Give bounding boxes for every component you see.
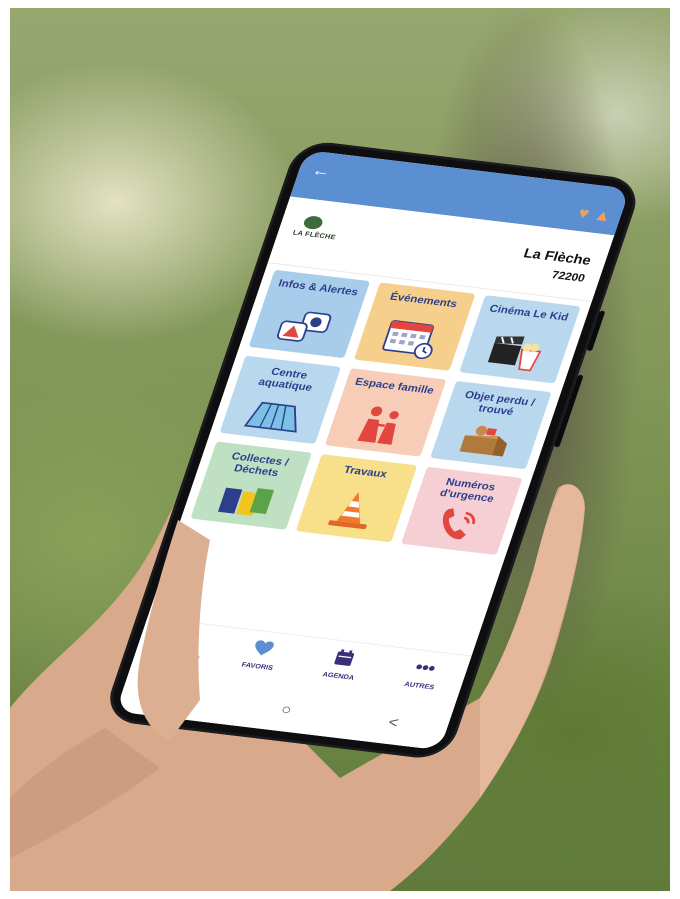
tile-espace-famille[interactable]: Espace famille xyxy=(324,368,447,457)
tile-centre-aquatique[interactable]: Centre aquatique xyxy=(219,355,342,445)
tile-label: Événements xyxy=(388,290,459,310)
calendar-icon xyxy=(382,320,435,360)
tile-label: Numéros d'urgence xyxy=(438,475,498,505)
city-info: La Flèche 72200 xyxy=(516,247,593,285)
tile-label: Travaux xyxy=(342,463,389,480)
lost-found-icon xyxy=(459,425,508,457)
heart-icon[interactable]: ♥ xyxy=(575,205,592,224)
logo-text: LA FLÈCHE xyxy=(291,228,337,242)
bell-icon[interactable]: ▲ xyxy=(591,207,614,227)
tile-label: Objet perdu / trouvé xyxy=(463,388,537,418)
phone-icon xyxy=(442,508,476,540)
tile-travaux[interactable]: Travaux xyxy=(295,454,418,543)
arrow-left-icon[interactable]: ← xyxy=(309,161,333,182)
search-icon xyxy=(171,630,192,646)
tile-label: Infos & Alertes xyxy=(276,277,360,298)
tile-label: Collectes / Déchets xyxy=(230,450,291,479)
bins-icon xyxy=(217,487,275,516)
logo-mark xyxy=(302,215,325,231)
family-icon xyxy=(357,406,399,445)
cinema-icon xyxy=(487,336,542,372)
home-icon[interactable]: ○ xyxy=(279,700,294,718)
tile-infos-alertes[interactable]: Infos & Alertes xyxy=(248,269,371,359)
tile-label: Centre aquatique xyxy=(256,365,314,394)
heart-icon xyxy=(255,640,274,656)
recent-apps-icon[interactable]: ||| xyxy=(169,687,187,705)
topbar-actions: ♥ ▲ xyxy=(575,205,614,227)
cone-icon xyxy=(328,491,367,530)
tile-label: Espace famille xyxy=(353,375,436,397)
tile-cinema[interactable]: Cinéma Le Kid xyxy=(459,295,581,384)
tile-label: Cinéma Le Kid xyxy=(487,302,570,324)
tile-collectes-dechets[interactable]: Collectes / Déchets xyxy=(190,441,312,530)
back-icon[interactable]: < xyxy=(386,713,401,731)
tile-numeros-urgence[interactable]: Numéros d'urgence xyxy=(401,466,523,556)
more-icon xyxy=(416,664,435,671)
pool-icon xyxy=(243,401,297,433)
tile-objet-perdu[interactable]: Objet perdu / trouvé xyxy=(430,380,552,470)
tile-evenements[interactable]: Événements xyxy=(353,282,476,371)
city-logo: LA FLÈCHE xyxy=(289,214,338,248)
calendar-icon xyxy=(334,649,355,666)
alert-icon xyxy=(276,311,332,342)
